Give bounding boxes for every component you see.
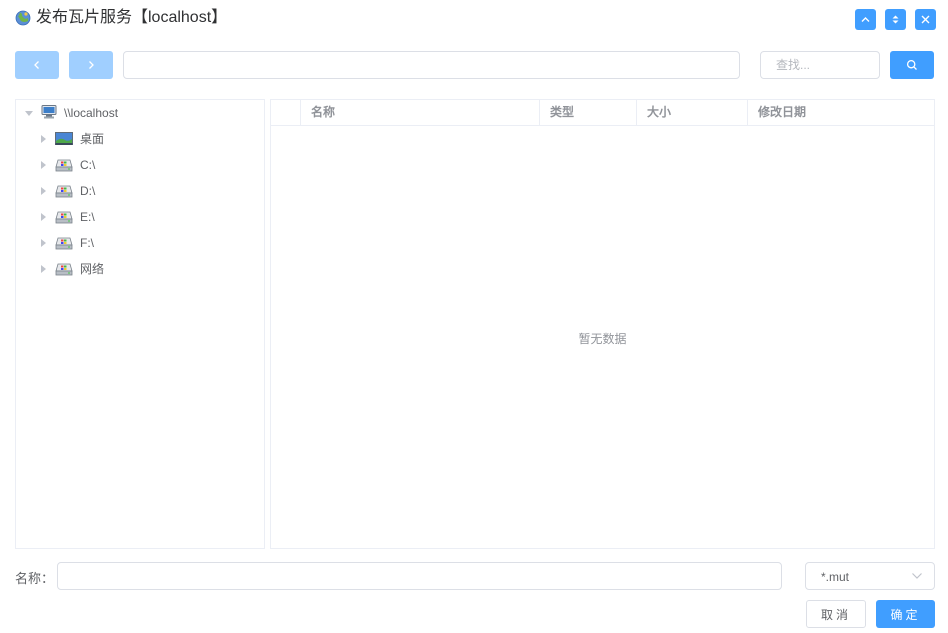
back-button[interactable] bbox=[15, 51, 59, 79]
file-table: 名称 类型 大小 修改日期 暂无数据 bbox=[270, 99, 935, 549]
title-bar: 发布瓦片服务【localhost】 bbox=[0, 0, 948, 38]
close-icon bbox=[921, 15, 930, 24]
maximize-window-button[interactable] bbox=[885, 9, 906, 30]
drive-icon bbox=[55, 211, 73, 224]
tree-node-network[interactable]: 网络 bbox=[16, 256, 264, 282]
column-size[interactable]: 大小 bbox=[637, 100, 748, 125]
table-header: 名称 类型 大小 修改日期 bbox=[271, 100, 934, 126]
file-type-value: *.mut bbox=[821, 570, 850, 584]
column-modified-date[interactable]: 修改日期 bbox=[748, 100, 934, 125]
folder-tree: \\localhost 桌面 C:\ D:\ E:\ F:\ 网络 bbox=[15, 99, 265, 549]
chevron-left-icon bbox=[34, 61, 39, 69]
desktop-icon bbox=[55, 132, 73, 145]
drive-icon bbox=[55, 237, 73, 250]
caret-right-icon[interactable] bbox=[41, 265, 46, 273]
window-title: 发布瓦片服务【localhost】 bbox=[36, 9, 228, 26]
column-select[interactable] bbox=[271, 100, 301, 125]
tree-node-localhost[interactable]: \\localhost bbox=[16, 100, 264, 126]
drive-icon bbox=[55, 159, 73, 172]
chevron-down-icon bbox=[912, 573, 922, 579]
file-type-select[interactable]: *.mut bbox=[805, 562, 935, 590]
confirm-button[interactable]: 确定 bbox=[876, 600, 935, 628]
tree-node-label: 桌面 bbox=[80, 132, 105, 146]
caret-right-icon[interactable] bbox=[41, 213, 46, 221]
tree-node-d-drive[interactable]: D:\ bbox=[16, 178, 264, 204]
globe-icon bbox=[15, 10, 31, 26]
column-name[interactable]: 名称 bbox=[301, 100, 540, 125]
tree-node-label: 网络 bbox=[80, 262, 105, 276]
tree-node-desktop[interactable]: 桌面 bbox=[16, 126, 264, 152]
path-input[interactable] bbox=[123, 51, 740, 79]
chevron-right-icon bbox=[89, 61, 94, 69]
drive-icon bbox=[55, 185, 73, 198]
tree-node-f-drive[interactable]: F:\ bbox=[16, 230, 264, 256]
tree-node-label: E:\ bbox=[80, 210, 95, 224]
cancel-button[interactable]: 取消 bbox=[806, 600, 866, 628]
caret-right-icon[interactable] bbox=[41, 239, 46, 247]
search-icon bbox=[906, 59, 917, 70]
collapse-window-button[interactable] bbox=[855, 9, 876, 30]
forward-button[interactable] bbox=[69, 51, 113, 79]
search-button[interactable] bbox=[890, 51, 934, 79]
tree-node-e-drive[interactable]: E:\ bbox=[16, 204, 264, 230]
search-input[interactable] bbox=[760, 51, 880, 79]
tree-node-label: C:\ bbox=[80, 158, 96, 172]
name-label: 名称： bbox=[15, 571, 55, 586]
column-type[interactable]: 类型 bbox=[540, 100, 637, 125]
caret-right-icon[interactable] bbox=[41, 161, 46, 169]
tree-node-label: F:\ bbox=[80, 236, 94, 250]
empty-state-text: 暂无数据 bbox=[578, 332, 627, 346]
tree-node-c-drive[interactable]: C:\ bbox=[16, 152, 264, 178]
tree-node-label: \\localhost bbox=[64, 106, 119, 120]
file-name-input[interactable] bbox=[57, 562, 782, 590]
tree-node-label: D:\ bbox=[80, 184, 96, 198]
drive-icon bbox=[55, 263, 73, 276]
close-window-button[interactable] bbox=[915, 9, 936, 30]
caret-right-icon[interactable] bbox=[41, 187, 46, 195]
double-chevron-icon bbox=[892, 15, 899, 24]
caret-down-icon[interactable] bbox=[25, 111, 33, 116]
caret-right-icon[interactable] bbox=[41, 135, 46, 143]
chevron-up-icon bbox=[861, 17, 870, 22]
computer-icon bbox=[41, 105, 57, 119]
